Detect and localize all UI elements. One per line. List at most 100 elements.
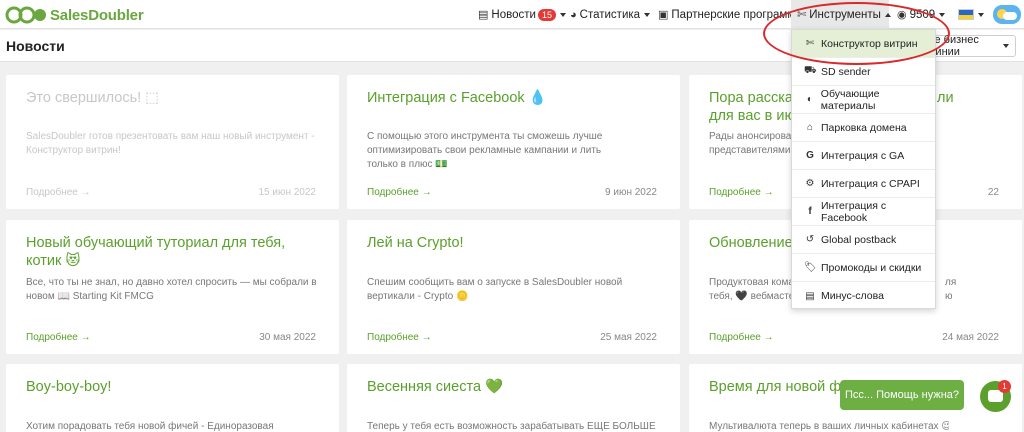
- news-card-title[interactable]: Новый обучающий туториал для тебя, котик…: [26, 234, 286, 270]
- chevron-down-icon: [978, 12, 984, 17]
- menu-item-ga-integration[interactable]: G Интеграция с GA: [792, 142, 935, 170]
- news-card-date: 22: [987, 187, 999, 198]
- briefcase-icon: ▣: [658, 9, 669, 21]
- menu-item-label: Обучающие материалы: [820, 87, 880, 112]
- undo-icon: ↺: [805, 234, 815, 245]
- news-card-title[interactable]: Это свершилось! ⬚: [26, 89, 316, 107]
- menu-item-label: Минус-слова: [821, 290, 884, 302]
- news-card-desc: Мультивалюта теперь в ваших личных кабин…: [709, 421, 949, 432]
- business-lines-label: се бизнес линии: [929, 34, 979, 58]
- file-icon: ▤: [805, 290, 815, 302]
- news-card-date: 30 мая 2022: [259, 332, 316, 343]
- tags-icon: 🏷: [804, 262, 817, 273]
- tools-icon: ✄: [797, 9, 807, 21]
- news-card-desc-line2: тебя, 🖤 вебмастер!: [709, 291, 803, 302]
- news-card-desc: Хотим порадовать тебя новой фичей - Един…: [26, 421, 274, 432]
- facebook-icon: f: [808, 206, 812, 217]
- menu-item-label: Конструктор витрин: [821, 37, 918, 50]
- read-more-link[interactable]: Подробнее →: [26, 332, 91, 343]
- logo-text: SalesDoubler: [50, 6, 144, 24]
- brain-icon: ◐: [806, 94, 813, 105]
- chevron-down-icon: [559, 12, 566, 17]
- read-more-link[interactable]: Подробнее →: [709, 187, 774, 198]
- help-button[interactable]: Псс... Помощь нужна?: [840, 380, 964, 410]
- user-icon: ◉: [897, 9, 907, 21]
- page-title: Новости: [6, 38, 65, 54]
- read-more-link[interactable]: Подробнее →: [709, 332, 774, 343]
- menu-item-label: Интеграция с GA: [821, 149, 905, 162]
- news-card-date: 9 июн 2022: [605, 187, 657, 198]
- news-card-title[interactable]: Интеграция с Facebook 💧: [367, 89, 657, 107]
- menu-item-global-postback[interactable]: ↺ Global postback: [792, 226, 935, 254]
- news-card-desc: Все, что ты не знал, но давно хотел спро…: [26, 277, 317, 302]
- read-more-link[interactable]: Подробнее →: [367, 187, 432, 198]
- nav-account-label: 9509: [909, 8, 936, 21]
- news-card-desc: Теперь у тебя есть возможность зарабатыв…: [367, 421, 656, 432]
- news-card[interactable]: Новый обучающий туториал для тебя, котик…: [6, 220, 339, 354]
- nav-partner-label: Партнерские программы: [671, 8, 804, 21]
- chat-notification-badge: 1: [998, 380, 1011, 393]
- tools-icon: ✄: [805, 38, 815, 49]
- menu-item-label: Интеграция с Facebook: [820, 199, 887, 224]
- menu-item-label: Парковка домена: [821, 121, 907, 134]
- news-card-date: 24 мая 2022: [942, 332, 999, 343]
- chevron-down-icon: [1003, 44, 1009, 48]
- menu-item-domain-parking[interactable]: ⌂ Парковка домена: [792, 114, 935, 142]
- news-card-title[interactable]: Лей на Crypto!: [367, 234, 657, 252]
- news-card-desc-line2: представителями М: [709, 145, 802, 156]
- newspaper-icon: ▤: [478, 9, 489, 21]
- news-count-badge: 15: [537, 8, 556, 21]
- menu-item-label: Промокоды и скидки: [821, 261, 922, 274]
- truck-icon: ⛟: [804, 65, 817, 76]
- nav-account[interactable]: ◉ 9509: [897, 0, 946, 29]
- news-card[interactable]: Весенняя сиеста 💚 Теперь у тебя есть воз…: [347, 364, 680, 432]
- top-navbar: SalesDoubler ▤ Новости 15 ◕ Статистика ▣…: [0, 0, 1024, 29]
- menu-item-promo-codes[interactable]: 🏷 Промокоды и скидки: [792, 254, 935, 282]
- chevron-down-icon: [644, 12, 651, 17]
- news-card-title[interactable]: Boy-boy-boy!: [26, 378, 316, 396]
- menu-item-negative-keywords[interactable]: ▤ Минус-слова: [792, 282, 935, 310]
- nav-news[interactable]: ▤ Новости 15: [478, 0, 566, 29]
- nav-partner-programs[interactable]: ▣ Партнерские программы: [658, 0, 804, 29]
- news-card-desc-tail: ля: [945, 277, 957, 288]
- news-card-desc: Спешим сообщить вам о запуске в SalesDou…: [367, 277, 623, 302]
- news-card-desc: Продуктовая коман: [709, 277, 800, 288]
- news-card-desc: С помощью этого инструмента ты сможешь л…: [367, 131, 603, 170]
- news-card[interactable]: Интеграция с Facebook 💧 С помощью этого …: [347, 75, 680, 209]
- menu-item-facebook-integration[interactable]: f Интеграция с Facebook: [792, 198, 935, 226]
- news-card-desc: Рады анонсироват: [709, 131, 796, 142]
- tools-dropdown-menu: ✄ Конструктор витрин ⛟ SD sender ◐ Обуча…: [791, 29, 936, 309]
- news-card-title-tail: ли: [937, 90, 954, 106]
- news-card-title[interactable]: Время для новой фич: [709, 378, 859, 396]
- menu-item-label: Global postback: [821, 233, 897, 246]
- menu-item-cpapi-integration[interactable]: ⚙ Интеграция с CPAPI: [792, 170, 935, 198]
- news-card-date: 25 мая 2022: [600, 332, 657, 343]
- menu-item-storefront-builder[interactable]: ✄ Конструктор витрин: [792, 30, 935, 58]
- nav-statistics-label: Статистика: [579, 8, 641, 21]
- ukraine-flag-icon: [958, 9, 974, 20]
- read-more-link[interactable]: Подробнее →: [367, 332, 432, 343]
- menu-item-label: SD sender: [821, 65, 871, 78]
- news-card[interactable]: Это свершилось! ⬚ SalesDoubler готов пре…: [6, 75, 339, 209]
- news-card-title[interactable]: Пора рассказ: [709, 89, 804, 107]
- language-selector[interactable]: [958, 0, 984, 29]
- read-more-link[interactable]: Подробнее →: [26, 187, 91, 198]
- menu-item-label: Интеграция с CPAPI: [821, 177, 920, 190]
- google-icon: G: [806, 150, 814, 161]
- news-card-title[interactable]: Обновление в: [709, 234, 804, 252]
- news-card-date: 15 июн 2022: [258, 187, 316, 198]
- nav-tools-label: Инструменты: [809, 8, 881, 21]
- news-card[interactable]: Boy-boy-boy! Хотим порадовать тебя новой…: [6, 364, 339, 432]
- news-card-title[interactable]: Весенняя сиеста 💚: [367, 378, 657, 396]
- logo-icon: [5, 6, 46, 24]
- logo[interactable]: SalesDoubler: [5, 5, 144, 25]
- menu-item-learning-materials[interactable]: ◐ Обучающие материалы: [792, 86, 935, 114]
- menu-item-sd-sender[interactable]: ⛟ SD sender: [792, 58, 935, 86]
- chevron-up-icon: [884, 12, 891, 17]
- nav-news-label: Новости: [491, 8, 536, 21]
- nav-tools[interactable]: ✄ Инструменты: [791, 0, 891, 29]
- weather-icon[interactable]: [993, 5, 1021, 24]
- news-card[interactable]: Лей на Crypto! Спешим сообщить вам о зап…: [347, 220, 680, 354]
- chevron-down-icon: [939, 12, 946, 17]
- nav-statistics[interactable]: ◕ Статистика: [570, 0, 651, 29]
